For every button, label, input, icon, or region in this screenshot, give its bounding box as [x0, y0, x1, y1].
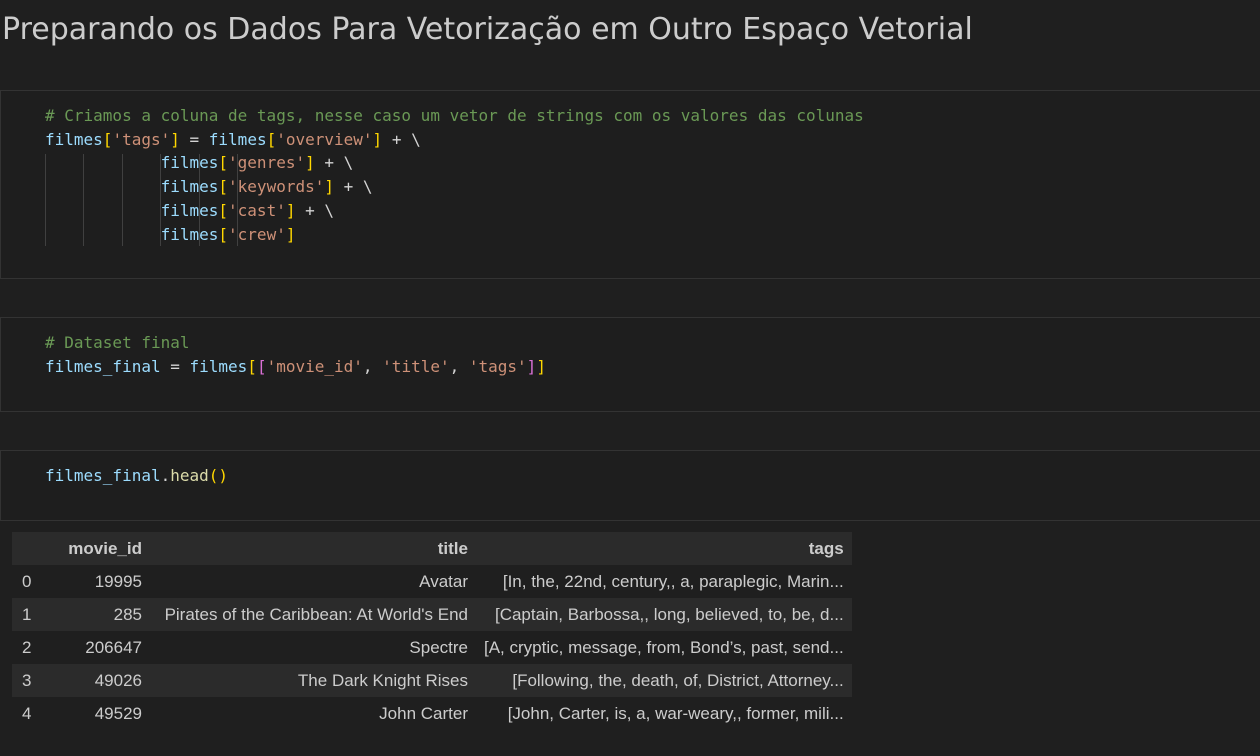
cell-tags: [Following, the, death, of, District, At… — [512, 670, 844, 690]
code-editor-cell2[interactable]: # Dataset final filmes_final = filmes[['… — [45, 331, 546, 378]
cell-movie-id: 285 — [113, 604, 142, 624]
dataframe-output: movie_id title tags 0 19995 Avatar [In, … — [12, 532, 852, 730]
code-editor-cell1[interactable]: # Criamos a coluna de tags, nesse caso u… — [45, 104, 864, 246]
code-comment: # Dataset final — [45, 333, 190, 352]
cell-title: The Dark Knight Rises — [297, 670, 468, 690]
table-row: 1 285 Pirates of the Caribbean: At World… — [12, 598, 852, 631]
column-header-title: title — [150, 532, 476, 565]
row-index: 0 — [22, 571, 32, 591]
cell-movie-id: 206647 — [85, 637, 142, 657]
cell-movie-id: 49026 — [94, 670, 142, 690]
code-editor-cell3[interactable]: filmes_final.head() — [45, 464, 228, 488]
cell-title: Spectre — [409, 637, 468, 657]
cell-movie-id: 49529 — [94, 703, 142, 723]
table-row: 4 49529 John Carter [John, Carter, is, a… — [12, 697, 852, 730]
index-header — [12, 532, 52, 565]
cell-title: Avatar — [419, 571, 468, 591]
cell-title: John Carter — [379, 703, 468, 723]
column-header-movie-id: movie_id — [52, 532, 150, 565]
table-row: 0 19995 Avatar [In, the, 22nd, century,,… — [12, 565, 852, 598]
row-index: 4 — [22, 703, 32, 723]
cell-movie-id: 19995 — [94, 571, 142, 591]
markdown-heading: Preparando os Dados Para Vetorização em … — [2, 12, 973, 47]
table-row: 2 206647 Spectre [A, cryptic, message, f… — [12, 631, 852, 664]
code-comment: # Criamos a coluna de tags, nesse caso u… — [45, 106, 864, 125]
cell-tags: [In, the, 22nd, century,, a, paraplegic,… — [502, 571, 844, 591]
row-index: 3 — [22, 670, 32, 690]
table-row: 3 49026 The Dark Knight Rises [Following… — [12, 664, 852, 697]
cell-tags: [John, Carter, is, a, war-weary,, former… — [507, 703, 844, 723]
cell-tags: [Captain, Barbossa,, long, believed, to,… — [494, 604, 844, 624]
column-header-tags: tags — [476, 532, 852, 565]
row-index: 1 — [22, 604, 32, 624]
cell-tags: [A, cryptic, message, from, Bond’s, past… — [484, 637, 844, 657]
row-index: 2 — [22, 637, 32, 657]
cell-title: Pirates of the Caribbean: At World's End — [164, 604, 468, 624]
table-header-row: movie_id title tags — [12, 532, 852, 565]
